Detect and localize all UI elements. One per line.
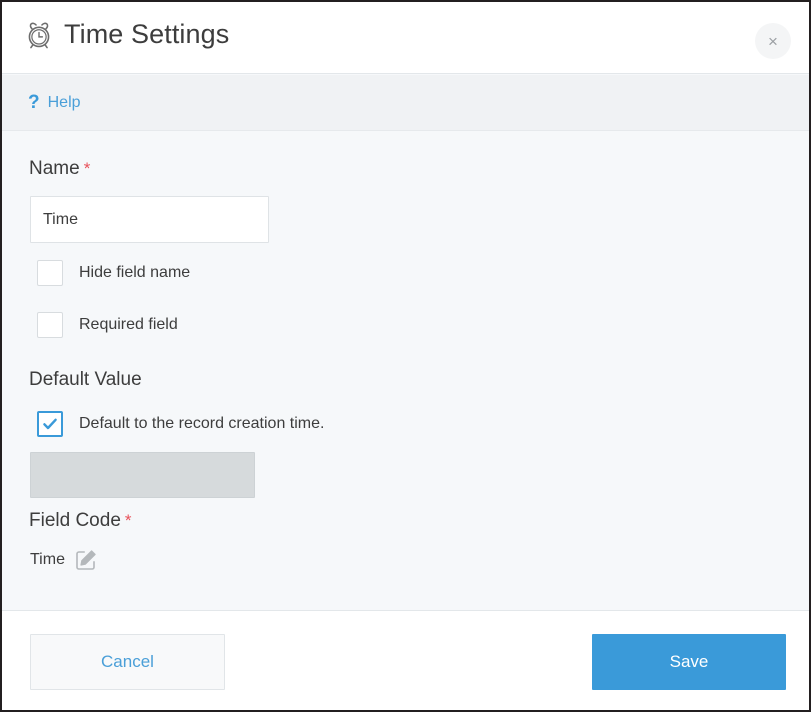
help-link-label: Help bbox=[48, 94, 81, 112]
help-bar: ? Help bbox=[2, 75, 809, 131]
field-code-label-text: Field Code bbox=[29, 510, 121, 531]
question-mark-icon: ? bbox=[28, 93, 40, 112]
field-code-value: Time bbox=[30, 551, 65, 569]
default-to-creation-time-label: Default to the record creation time. bbox=[79, 415, 324, 433]
default-to-creation-time-row[interactable]: Default to the record creation time. bbox=[37, 411, 324, 437]
hide-field-name-label: Hide field name bbox=[79, 264, 190, 282]
name-required-marker: * bbox=[84, 159, 91, 178]
dialog-body: Name* Hide field name Required field Def… bbox=[2, 131, 809, 610]
default-value-label-text: Default Value bbox=[29, 369, 142, 390]
hide-field-name-checkbox[interactable] bbox=[37, 260, 63, 286]
hide-field-name-row[interactable]: Hide field name bbox=[37, 260, 190, 286]
cancel-button[interactable]: Cancel bbox=[30, 634, 225, 690]
default-value-label: Default Value bbox=[29, 369, 142, 391]
save-button[interactable]: Save bbox=[592, 634, 786, 690]
field-code-row: Time bbox=[30, 548, 98, 572]
alarm-clock-icon bbox=[24, 20, 54, 50]
field-code-required-marker: * bbox=[125, 511, 132, 530]
dialog-header: Time Settings × bbox=[2, 2, 809, 74]
dialog-footer: Cancel Save bbox=[2, 610, 809, 710]
default-to-creation-time-checkbox[interactable] bbox=[37, 411, 63, 437]
help-link[interactable]: ? Help bbox=[28, 93, 81, 112]
required-field-label: Required field bbox=[79, 316, 178, 334]
close-button[interactable]: × bbox=[755, 23, 791, 59]
name-label-text: Name bbox=[29, 158, 80, 179]
page-title: Time Settings bbox=[64, 19, 229, 50]
name-input[interactable] bbox=[30, 196, 269, 243]
close-icon: × bbox=[768, 33, 778, 50]
edit-pencil-icon[interactable] bbox=[74, 548, 98, 572]
time-settings-dialog: Time Settings × ? Help Name* Hide field … bbox=[0, 0, 811, 712]
default-value-input-disabled bbox=[30, 452, 255, 498]
required-field-checkbox[interactable] bbox=[37, 312, 63, 338]
dialog-title-group: Time Settings bbox=[24, 19, 229, 50]
field-code-label: Field Code* bbox=[29, 510, 132, 532]
name-label: Name* bbox=[29, 158, 90, 180]
required-field-row[interactable]: Required field bbox=[37, 312, 178, 338]
